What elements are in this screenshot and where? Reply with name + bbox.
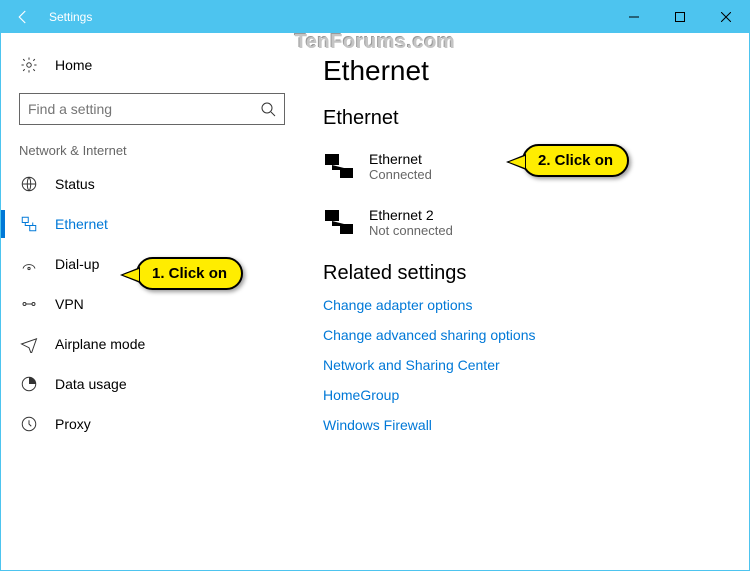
data-usage-icon xyxy=(19,375,39,393)
minimize-button[interactable] xyxy=(611,1,657,33)
sidebar-item-label: Airplane mode xyxy=(55,336,145,352)
ethernet-icon xyxy=(19,215,39,233)
home-button[interactable]: Home xyxy=(1,45,303,85)
airplane-icon xyxy=(19,335,39,353)
main-content: Ethernet Ethernet Ethernet Connected Eth… xyxy=(303,33,749,570)
connection-item[interactable]: Ethernet 2 Not connected xyxy=(323,200,749,244)
dialup-icon xyxy=(19,255,39,273)
search-box[interactable] xyxy=(19,93,285,125)
connection-name: Ethernet 2 xyxy=(369,207,453,223)
search-icon xyxy=(260,101,276,117)
callout-text: 1. Click on xyxy=(152,265,227,282)
link-network-sharing-center[interactable]: Network and Sharing Center xyxy=(323,357,749,373)
callout-text: 2. Click on xyxy=(538,152,613,169)
sidebar-item-label: Ethernet xyxy=(55,216,108,232)
window-controls xyxy=(611,1,749,33)
sidebar-item-airplane[interactable]: Airplane mode xyxy=(1,324,303,364)
connection-status: Connected xyxy=(369,167,432,182)
search-input[interactable] xyxy=(28,101,260,117)
sidebar-item-ethernet[interactable]: Ethernet xyxy=(1,204,303,244)
title-bar: Settings xyxy=(1,1,749,33)
link-adapter-options[interactable]: Change adapter options xyxy=(323,297,749,313)
connection-status: Not connected xyxy=(369,223,453,238)
link-homegroup[interactable]: HomeGroup xyxy=(323,387,749,403)
globe-icon xyxy=(19,175,39,193)
vpn-icon xyxy=(19,295,39,313)
section-title: Ethernet xyxy=(323,107,749,130)
link-windows-firewall[interactable]: Windows Firewall xyxy=(323,417,749,433)
sidebar-item-label: Proxy xyxy=(55,416,91,432)
annotation-callout-1: 1. Click on xyxy=(136,257,243,290)
back-button[interactable] xyxy=(1,1,45,33)
related-settings-title: Related settings xyxy=(323,262,749,285)
link-advanced-sharing[interactable]: Change advanced sharing options xyxy=(323,327,749,343)
maximize-button[interactable] xyxy=(657,1,703,33)
home-label: Home xyxy=(55,57,92,73)
section-label: Network & Internet xyxy=(1,143,303,164)
ethernet-icon xyxy=(323,206,355,238)
sidebar: Home Network & Internet Status Ethernet … xyxy=(1,33,303,570)
connection-name: Ethernet xyxy=(369,151,432,167)
sidebar-item-status[interactable]: Status xyxy=(1,164,303,204)
sidebar-item-label: VPN xyxy=(55,296,84,312)
sidebar-item-vpn[interactable]: VPN xyxy=(1,284,303,324)
ethernet-icon xyxy=(323,150,355,182)
sidebar-item-label: Data usage xyxy=(55,376,127,392)
window-title: Settings xyxy=(45,10,611,24)
sidebar-item-label: Dial-up xyxy=(55,256,99,272)
annotation-callout-2: 2. Click on xyxy=(522,144,629,177)
sidebar-item-label: Status xyxy=(55,176,95,192)
sidebar-item-datausage[interactable]: Data usage xyxy=(1,364,303,404)
close-button[interactable] xyxy=(703,1,749,33)
proxy-icon xyxy=(19,415,39,433)
page-title: Ethernet xyxy=(323,55,749,87)
sidebar-item-proxy[interactable]: Proxy xyxy=(1,404,303,444)
gear-icon xyxy=(19,56,39,74)
